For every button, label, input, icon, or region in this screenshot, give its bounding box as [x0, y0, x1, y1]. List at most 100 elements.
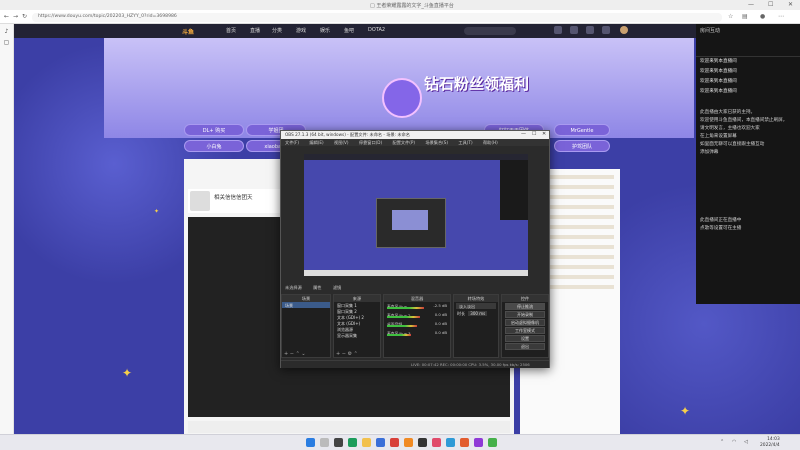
volume-meter[interactable] — [387, 325, 417, 327]
store-icon[interactable] — [376, 438, 385, 447]
obs-close-button[interactable]: ✕ — [542, 131, 546, 137]
studio-mode-button[interactable]: 工作室模式 — [505, 327, 545, 334]
controls-dock-title: 控件 — [502, 295, 548, 302]
app-icon[interactable] — [390, 438, 399, 447]
douyu-icon[interactable] — [404, 438, 413, 447]
pill[interactable]: DL+ 购买 — [184, 124, 244, 136]
gift-bar — [188, 421, 510, 433]
scene-item[interactable]: 场景 — [282, 302, 330, 308]
history-icon[interactable] — [554, 26, 562, 34]
user-avatar[interactable] — [620, 26, 628, 34]
tray-chevron-icon[interactable]: ⌃ — [720, 439, 724, 445]
app-icon[interactable] — [488, 438, 497, 447]
minimize-button[interactable]: — — [748, 1, 754, 8]
tiktok-icon[interactable]: ♪ — [0, 28, 13, 35]
add-icon[interactable]: + — [336, 351, 340, 357]
favorites-icon[interactable]: ☆ — [728, 13, 733, 20]
task-view-icon[interactable] — [334, 438, 343, 447]
preview-nested-preview — [392, 210, 428, 230]
gear-icon[interactable]: ⚙ — [348, 351, 352, 357]
profile-icon[interactable]: ● — [760, 13, 765, 20]
exit-button[interactable]: 退出 — [505, 343, 545, 350]
menu-profile[interactable]: 配置文件(P) — [393, 140, 416, 145]
up-icon[interactable]: ⌃ — [354, 351, 358, 357]
windows-taskbar: ⌃ ◠ ◁ 14:03 2022/4/4 — [0, 434, 800, 450]
nav-item-dota2[interactable]: DOTA2 — [368, 27, 385, 33]
menu-docks[interactable]: 停靠窗口(D) — [359, 140, 382, 145]
more-icon[interactable]: ⋯ — [778, 13, 784, 20]
obs-icon[interactable] — [418, 438, 427, 447]
source-item[interactable]: 显示器采集 — [334, 332, 380, 338]
filters-button[interactable]: 滤镜 — [333, 285, 341, 290]
follow-icon[interactable] — [570, 26, 578, 34]
volume-icon[interactable]: ◁ — [744, 439, 748, 445]
duration-input[interactable]: 300 ms — [468, 311, 488, 316]
app-icon[interactable] — [474, 438, 483, 447]
collections-icon[interactable]: ▤ — [742, 13, 748, 20]
file-explorer-icon[interactable] — [362, 438, 371, 447]
pill[interactable]: 小白兔 — [184, 140, 244, 152]
obs-maximize-button[interactable]: ☐ — [532, 131, 536, 137]
app-icon[interactable] — [460, 438, 469, 447]
close-button[interactable]: ✕ — [788, 1, 793, 8]
menu-file[interactable]: 文件(F) — [285, 140, 299, 145]
app-icon[interactable] — [446, 438, 455, 447]
menu-scene-collection[interactable]: 场景集合(S) — [425, 140, 448, 145]
start-icon[interactable] — [306, 438, 315, 447]
stop-streaming-button[interactable]: 停止推流 — [505, 303, 545, 310]
start-recording-button[interactable]: 开始录制 — [505, 311, 545, 318]
site-logo[interactable]: 斗鱼 — [182, 27, 194, 36]
message-icon[interactable] — [586, 26, 594, 34]
menu-tools[interactable]: 工具(T) — [458, 140, 472, 145]
download-icon[interactable] — [602, 26, 610, 34]
nav-item-live[interactable]: 直播 — [250, 27, 260, 34]
transition-select[interactable]: 淡入淡出 — [456, 303, 496, 309]
star-decoration: ✦ — [154, 208, 160, 215]
volume-meter[interactable] — [387, 334, 411, 336]
clock[interactable]: 14:03 2022/4/4 — [760, 437, 780, 448]
remove-icon[interactable]: − — [342, 351, 346, 357]
volume-meter[interactable] — [387, 307, 425, 309]
obs-preview[interactable] — [304, 154, 528, 276]
nav-item-entertainment[interactable]: 娱乐 — [320, 27, 330, 34]
add-icon[interactable]: + — [284, 351, 288, 357]
settings-button[interactable]: 设置 — [505, 335, 545, 342]
obs-minimize-button[interactable]: — — [521, 131, 526, 137]
obs-window: OBS 27.1.3 (64 bit, windows) - 配置文件: 未命名… — [280, 130, 550, 368]
properties-button[interactable]: 属性 — [313, 285, 321, 290]
channel-db: -2.5 dB — [433, 303, 447, 308]
volume-meter[interactable] — [387, 316, 420, 318]
site-search-input[interactable] — [464, 27, 516, 35]
nav-item-fishbar[interactable]: 鱼吧 — [344, 27, 354, 34]
nav-item-games[interactable]: 游戏 — [296, 27, 306, 34]
wifi-icon[interactable]: ◠ — [732, 439, 736, 445]
edge-icon[interactable] — [348, 438, 357, 447]
menu-view[interactable]: 视图(V) — [334, 140, 349, 145]
menu-edit[interactable]: 编辑(E) — [309, 140, 323, 145]
app-icon[interactable] — [432, 438, 441, 447]
nav-item-home[interactable]: 首页 — [226, 27, 236, 34]
menu-help[interactable]: 帮助(H) — [483, 140, 498, 145]
window-title: □ 王者荣耀露露的文字_斗鱼直播平台 — [370, 3, 454, 9]
remove-icon[interactable]: − — [290, 351, 294, 357]
extension-icon[interactable]: ▢ — [0, 39, 13, 46]
virtual-camera-button[interactable]: 启动虚拟摄像机 — [505, 319, 545, 326]
refresh-icon[interactable]: ↻ — [22, 13, 27, 20]
nav-item-category[interactable]: 分类 — [272, 27, 282, 34]
chat-tip: 点歌等设置可在主播 — [700, 226, 742, 231]
forward-icon[interactable]: → — [13, 13, 18, 20]
down-icon[interactable]: ⌄ — [301, 351, 305, 357]
search-icon[interactable] — [320, 438, 329, 447]
pill[interactable]: MrGentle — [554, 124, 610, 136]
transitions-dock: 转场特效 淡入淡出 时长 300 ms — [453, 294, 499, 358]
pill[interactable]: 护驾团队 — [554, 140, 610, 152]
sources-toolbar: + − ⚙ ⌃ — [334, 351, 380, 357]
up-icon[interactable]: ⌃ — [296, 351, 300, 357]
streamer-avatar[interactable] — [190, 191, 210, 211]
browser-title-bar: □ 王者荣耀露露的文字_斗鱼直播平台 — ☐ ✕ — [0, 0, 800, 10]
url-field[interactable]: https://www.douyu.com/topic/202203_HZYY_… — [32, 13, 722, 22]
streamer-name[interactable]: 相关信信信团天 — [214, 193, 253, 201]
mixer-channel: 麦克风/Aux 2 0.0 dB — [384, 311, 450, 320]
back-icon[interactable]: ← — [4, 13, 9, 20]
maximize-button[interactable]: ☐ — [768, 1, 773, 8]
